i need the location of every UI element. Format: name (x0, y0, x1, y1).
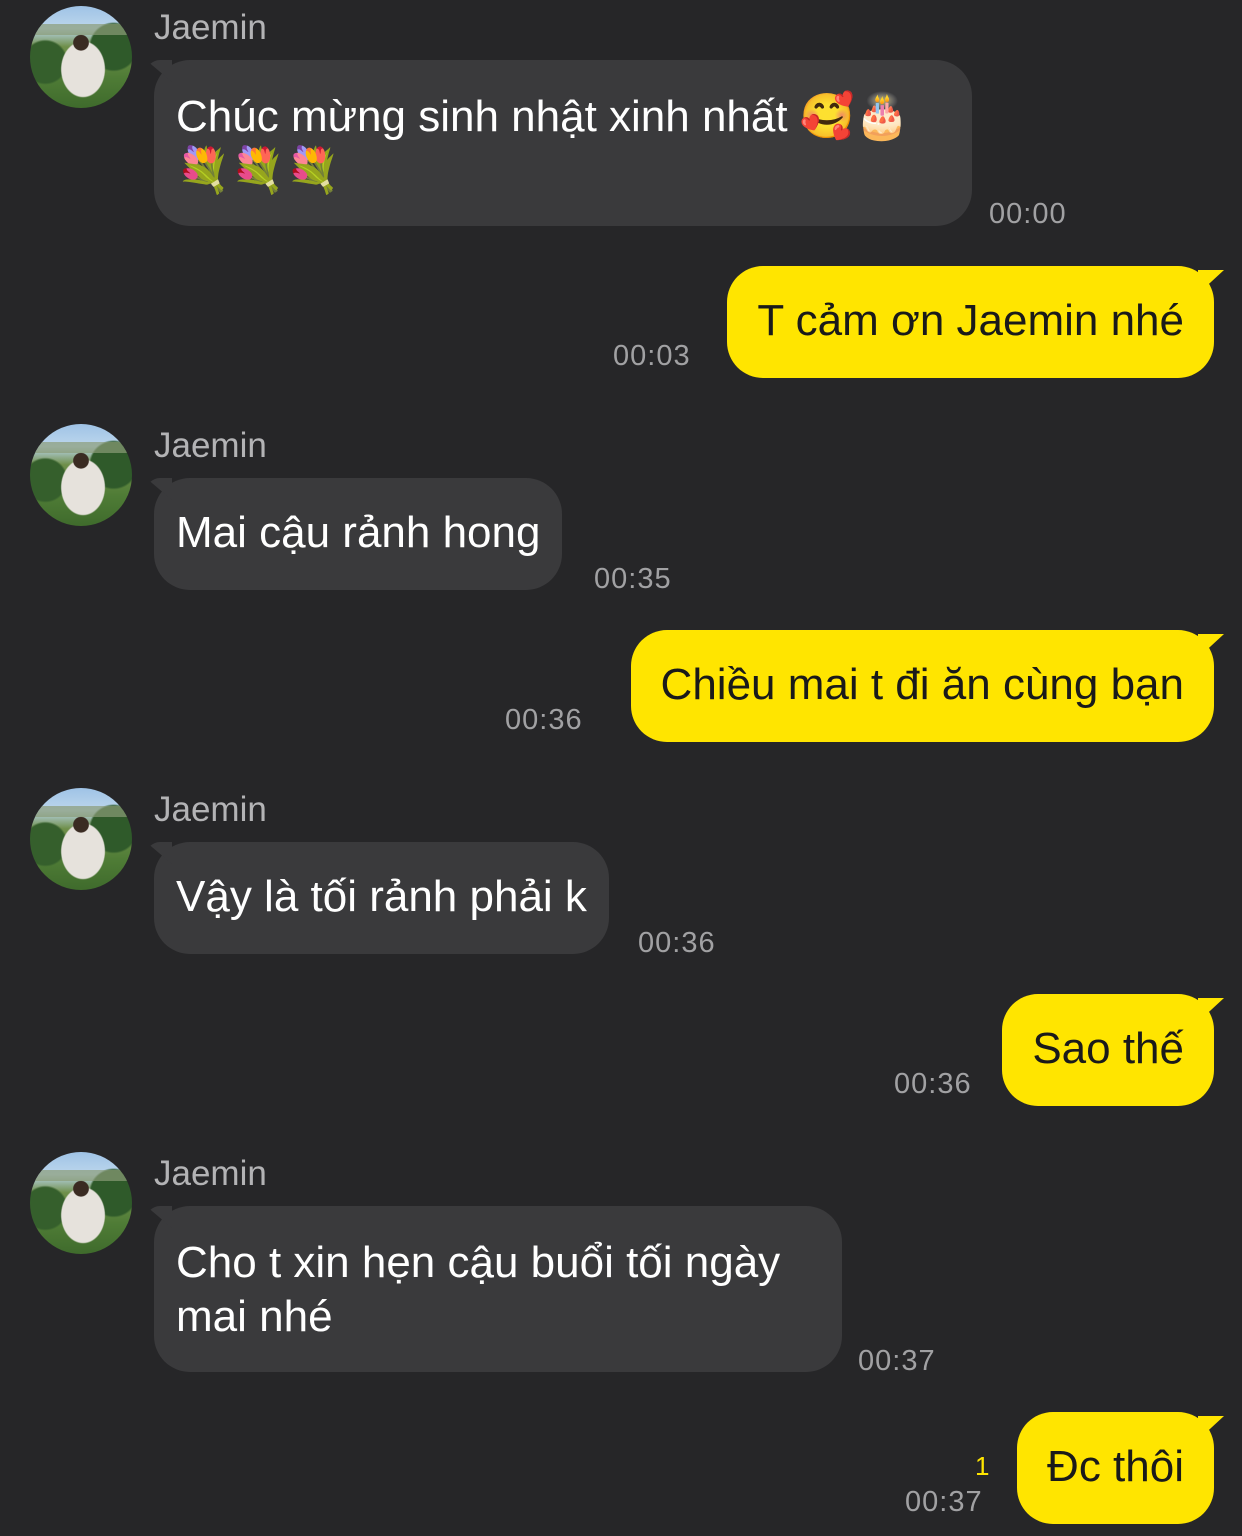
sender-avatar[interactable] (30, 1152, 132, 1254)
sender-name: Jaemin (154, 8, 267, 47)
incoming-message-bubble[interactable]: Chúc mừng sinh nhật xinh nhất 🥰🎂 💐💐💐 (154, 60, 972, 226)
sender-avatar[interactable] (30, 6, 132, 108)
outgoing-message-bubble[interactable]: T cảm ơn Jaemin nhé (727, 266, 1214, 378)
outgoing-message-bubble[interactable]: Đc thôi (1017, 1412, 1214, 1524)
incoming-message-bubble[interactable]: Vậy là tối rảnh phải k (154, 842, 609, 954)
message-timestamp: 00:37 (858, 1345, 936, 1377)
sender-name: Jaemin (154, 426, 267, 465)
outgoing-message-bubble[interactable]: Chiều mai t đi ăn cùng bạn (630, 630, 1214, 742)
message-timestamp: 00:36 (638, 927, 716, 959)
message-timestamp: 00:37 (905, 1486, 983, 1518)
sender-avatar[interactable] (30, 424, 132, 526)
message-timestamp: 00:00 (989, 198, 1067, 230)
message-timestamp: 00:35 (594, 563, 672, 595)
unread-count: 1 (975, 1451, 990, 1481)
incoming-message-bubble[interactable]: Cho t xin hẹn cậu buổi tối ngày mai nhé (154, 1206, 842, 1372)
sender-name: Jaemin (154, 790, 267, 829)
incoming-message-bubble[interactable]: Mai cậu rảnh hong (154, 478, 563, 590)
message-timestamp: 00:03 (613, 340, 691, 372)
outgoing-message-bubble[interactable]: Sao thế (1002, 994, 1214, 1106)
sender-name: Jaemin (154, 1154, 267, 1193)
message-timestamp: 00:36 (894, 1068, 972, 1100)
sender-avatar[interactable] (30, 788, 132, 890)
message-timestamp: 00:36 (505, 704, 583, 736)
